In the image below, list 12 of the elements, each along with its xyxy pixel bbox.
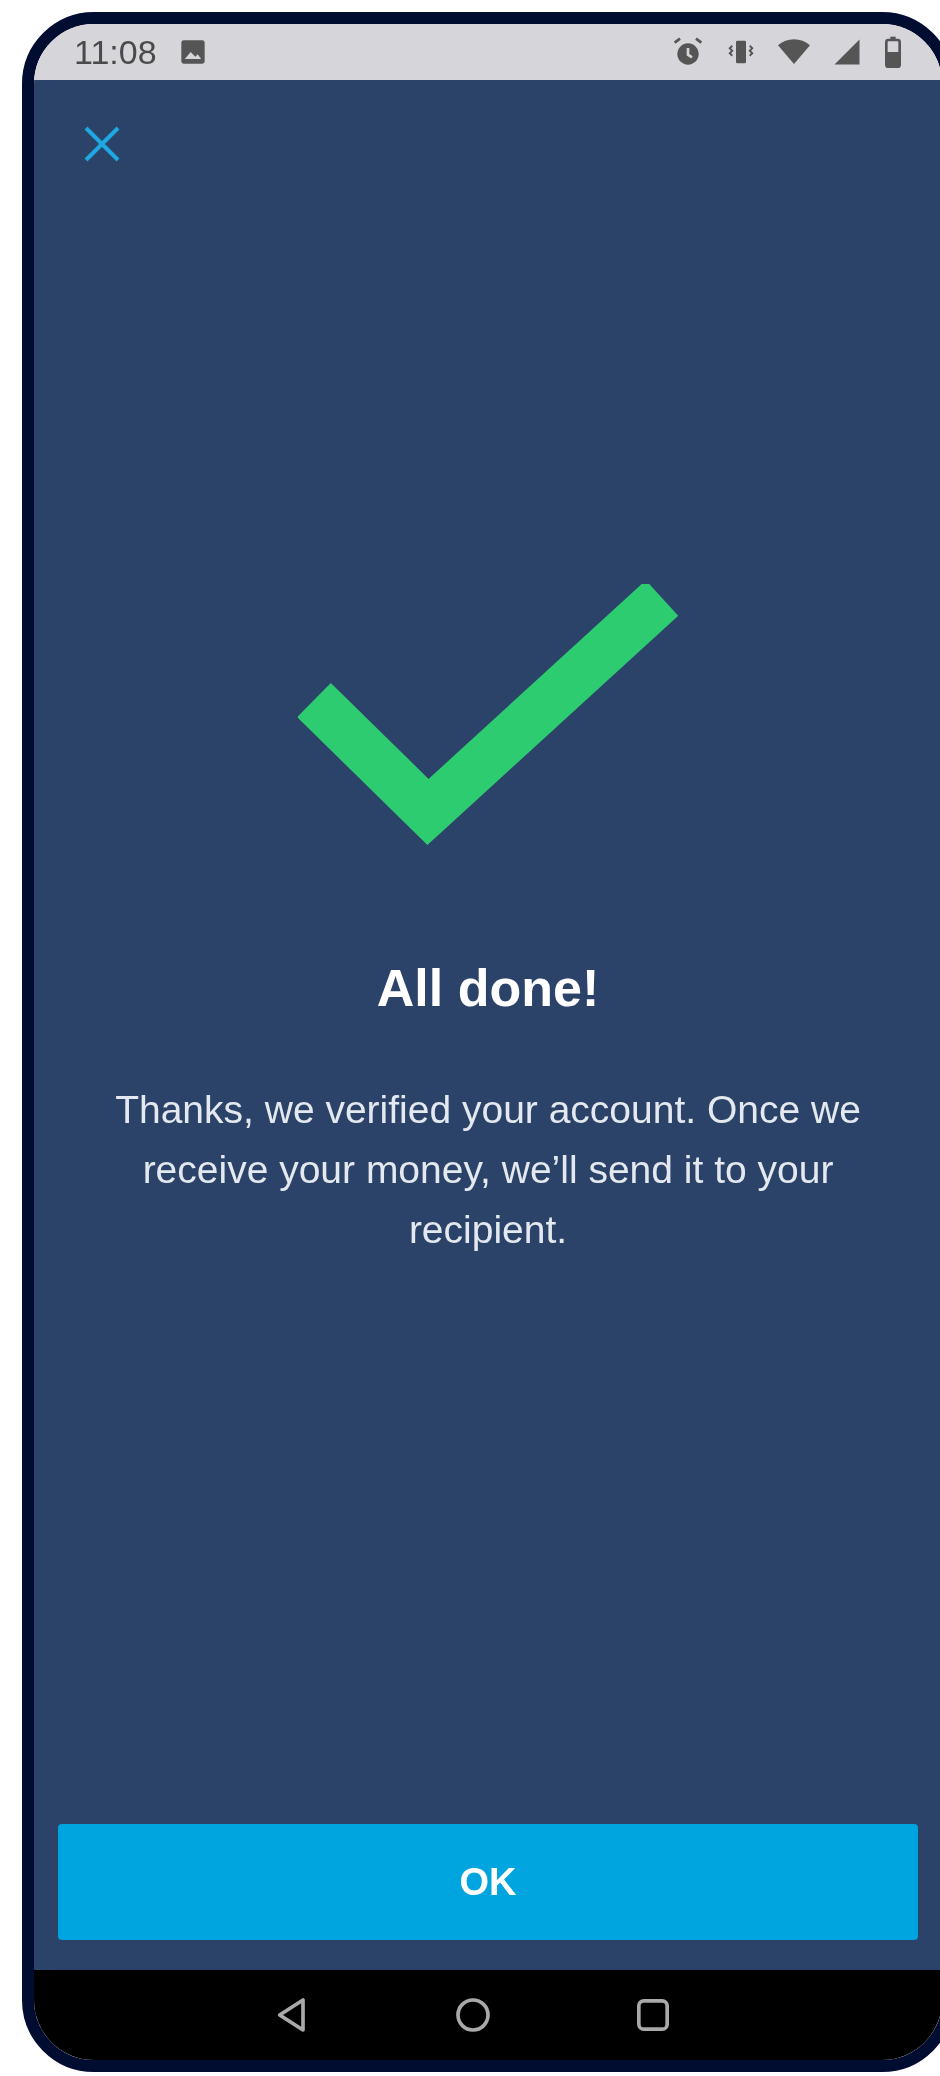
battery-icon: [884, 36, 902, 68]
close-button[interactable]: [82, 124, 122, 164]
success-title: All done!: [376, 958, 600, 1018]
ok-button[interactable]: OK: [58, 1824, 918, 1940]
alarm-icon: [672, 36, 704, 68]
success-message: Thanks, we verified your account. Once we receive your money, we’ll send it to your recipient.: [114, 1087, 862, 1253]
image-icon: [178, 38, 207, 66]
wifi-icon: [778, 38, 810, 66]
signal-icon: [832, 37, 862, 67]
status-time: 11:08: [74, 32, 157, 72]
home-icon[interactable]: [453, 1995, 493, 2035]
close-icon: [82, 124, 122, 164]
